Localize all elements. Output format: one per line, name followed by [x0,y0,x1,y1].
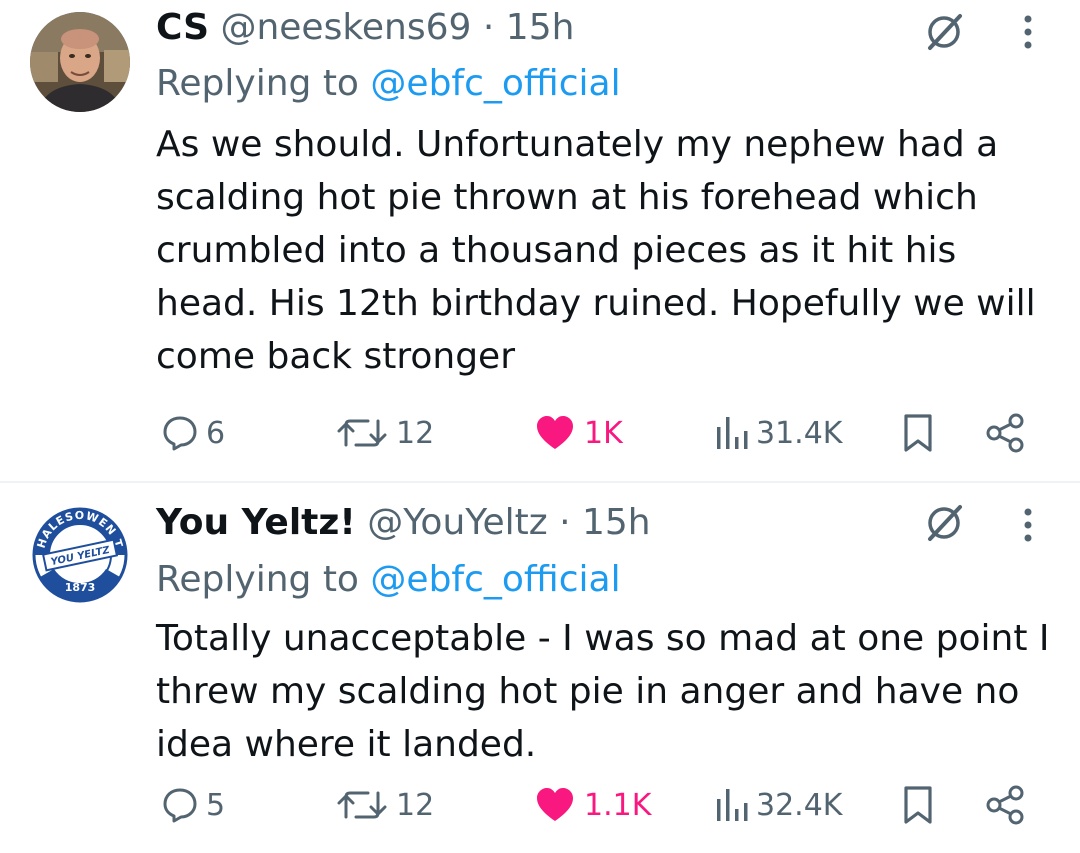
reply-count: 5 [206,787,226,823]
repost-button[interactable]: 12 [334,411,434,455]
share-button[interactable] [984,783,1028,827]
tweet-text: As we should. Unfortunately my nephew ha… [156,124,1036,377]
repost-arrows-icon [337,791,387,819]
bookmark-button[interactable] [900,411,936,455]
separator-dot: · [559,502,571,543]
views-button[interactable]: 32.4K [714,783,842,827]
person-photo-avatar-icon [30,12,130,112]
tweet-header: CS @neeskens69 · 15h [156,4,574,52]
reply-bubble-icon [163,416,197,451]
replying-to: Replying to @ebfc_official [156,60,621,108]
timestamp[interactable]: 15h [582,502,651,543]
views-bar-chart-icon [717,789,748,821]
tweet-header: You Yeltz! @YouYeltz · 15h [156,499,651,547]
tweet[interactable]: HALESOWEN T YOU YELTZ 1873 You Yeltz! @Y… [0,483,1080,853]
avatar[interactable] [30,12,130,112]
tweet-text: Totally unacceptable - I was so mad at o… [156,618,1050,765]
like-count: 1K [584,415,623,451]
replying-to-link[interactable]: @ebfc_official [370,559,620,600]
display-name[interactable]: You Yeltz! [156,502,356,543]
share-icon [986,785,1024,825]
replying-prefix: Replying to [156,63,359,104]
bookmark-icon [904,414,932,452]
reply-button[interactable]: 5 [160,783,225,827]
display-name[interactable]: CS [156,7,209,48]
reply-button[interactable]: 6 [160,411,225,455]
replying-to: Replying to @ebfc_official [156,556,621,604]
grok-icon[interactable] [922,10,966,54]
views-count: 31.4K [756,415,843,451]
share-icon [986,413,1024,453]
separator-dot: · [482,7,495,48]
user-handle[interactable]: @neeskens69 [220,7,471,48]
halesowen-club-crest-avatar-icon: HALESOWEN T YOU YELTZ 1873 [31,506,129,604]
timestamp[interactable]: 15h [506,7,575,48]
replying-to-link[interactable]: @ebfc_official [370,63,620,104]
views-bar-chart-icon [717,417,748,449]
grok-icon[interactable] [922,501,966,545]
repost-arrows-icon [337,419,387,447]
heart-filled-icon [537,788,573,821]
like-count: 1.1K [584,787,652,823]
more-dots-icon[interactable] [1014,503,1058,547]
crest-year: 1873 [65,581,96,594]
repost-count: 12 [396,415,435,451]
repost-button[interactable]: 12 [334,783,434,827]
views-count: 32.4K [756,787,843,823]
bookmark-icon [904,786,932,824]
replying-prefix: Replying to [156,559,359,600]
avatar[interactable]: HALESOWEN T YOU YELTZ 1873 [30,505,130,605]
more-dots-icon[interactable] [1014,10,1058,54]
tweet[interactable]: CS @neeskens69 · 15h Replying to @ebfc_o… [0,0,1080,482]
reply-count: 6 [206,415,226,451]
heart-filled-icon [537,416,573,449]
repost-count: 12 [396,787,435,823]
like-button[interactable]: 1K [534,411,623,455]
reply-bubble-icon [163,788,197,823]
views-button[interactable]: 31.4K [714,411,842,455]
share-button[interactable] [984,411,1028,455]
like-button[interactable]: 1.1K [534,783,651,827]
user-handle[interactable]: @YouYeltz [367,502,547,543]
bookmark-button[interactable] [900,783,936,827]
